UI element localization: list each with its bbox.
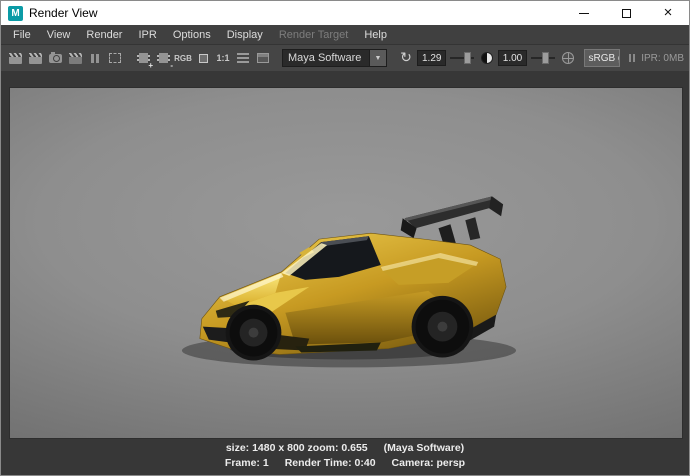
status-line-size: size: 1480 x 800 zoom: 0.655 (Maya Softw… [226,442,464,454]
exposure-field[interactable]: 1.29 [417,50,447,66]
minimize-button[interactable] [563,1,605,25]
contrast-toggle-button[interactable] [478,48,496,68]
renderer-dropdown[interactable]: Maya Software [282,49,387,67]
status-size-zoom: size: 1480 x 800 zoom: 0.655 [225,442,368,454]
menu-display[interactable]: Display [219,25,271,45]
snapshot-button[interactable] [46,48,64,68]
menu-render[interactable]: Render [78,25,130,45]
ipr-memory-label: IPR: 0MB [641,52,684,64]
clapperboard-icon [8,52,22,64]
remove-image-button[interactable] [154,48,172,68]
exposure-slider-handle[interactable] [464,52,472,64]
exposure-slider[interactable] [450,50,475,66]
one-to-one-label: 1:1 [216,53,230,63]
clapperboard-region-icon [28,52,42,64]
filmstrip-icon [156,53,170,63]
maya-app-icon: M [8,5,23,21]
window-controls [563,1,689,25]
reset-view-transform-button[interactable] [397,48,415,68]
plus-icon [148,62,153,70]
status-frame: Frame: 1 [224,457,269,469]
menu-render-target: Render Target [278,28,349,41]
rendered-image-area[interactable] [9,87,683,439]
view-transform-dropdown[interactable]: sRGB gamm [583,49,621,67]
menu-help[interactable]: Help [356,25,395,45]
refresh-ipr-region-button[interactable] [106,48,124,68]
rendered-car-image [181,196,517,368]
close-icon [664,4,673,22]
redo-render-button[interactable] [6,48,24,68]
ipr-pause-indicator [629,54,636,62]
render-settings-button[interactable] [234,48,252,68]
status-line-frame: Frame: 1 Render Time: 0:40 Camera: persp [225,457,465,469]
close-button[interactable] [647,1,689,25]
redo-region-render-button[interactable] [26,48,44,68]
region-icon [109,53,121,63]
title-bar[interactable]: M Render View [1,1,689,25]
render-view-content: size: 1480 x 800 zoom: 0.655 (Maya Softw… [1,71,689,475]
menu-ipr[interactable]: IPR [130,25,164,45]
status-camera: Camera: persp [391,457,466,469]
contrast-slider-handle[interactable] [541,52,549,64]
contrast-slider[interactable] [531,50,555,66]
sliders-icon [237,53,249,63]
alpha-channel-button[interactable] [194,48,212,68]
camera-icon [48,51,62,63]
globe-icon [561,52,574,64]
real-size-button[interactable]: 1:1 [214,48,232,68]
maximize-button[interactable] [605,1,647,25]
color-space-button[interactable] [559,48,577,68]
status-bar: size: 1480 x 800 zoom: 0.655 (Maya Softw… [1,442,689,469]
chevron-down-icon[interactable] [370,49,387,67]
ipr-render-button[interactable] [66,48,84,68]
menu-bar: File View Render IPR Options Display Ren… [1,25,689,45]
refresh-icon [400,49,412,67]
status-renderer: (Maya Software) [383,442,465,454]
pause-ipr-button[interactable] [86,48,104,68]
keep-image-button[interactable] [134,48,152,68]
toolbar: RGB 1:1 Maya Software 1.29 1.00 sRGB gam… [1,45,689,71]
minus-icon [170,62,173,70]
contrast-field[interactable]: 1.00 [497,50,528,66]
maximize-icon [621,8,631,18]
menu-file[interactable]: File [5,25,39,45]
color-management-button[interactable] [254,48,272,68]
contrast-icon [480,52,493,64]
menu-view[interactable]: View [39,25,79,45]
status-render-time: Render Time: 0:40 [284,457,376,469]
renderer-selected-value: Maya Software [282,49,370,67]
panel-icon [257,53,269,63]
alpha-icon [198,53,208,63]
ipr-clapperboard-icon [68,52,82,64]
rgb-label: RGB [174,53,192,63]
menu-options[interactable]: Options [165,25,219,45]
render-view-window: M Render View File View Render IPR Optio… [0,0,690,476]
minimize-icon [579,12,589,14]
window-title: Render View [29,6,98,20]
rgb-channels-button[interactable]: RGB [174,48,192,68]
pause-icon [91,53,99,63]
